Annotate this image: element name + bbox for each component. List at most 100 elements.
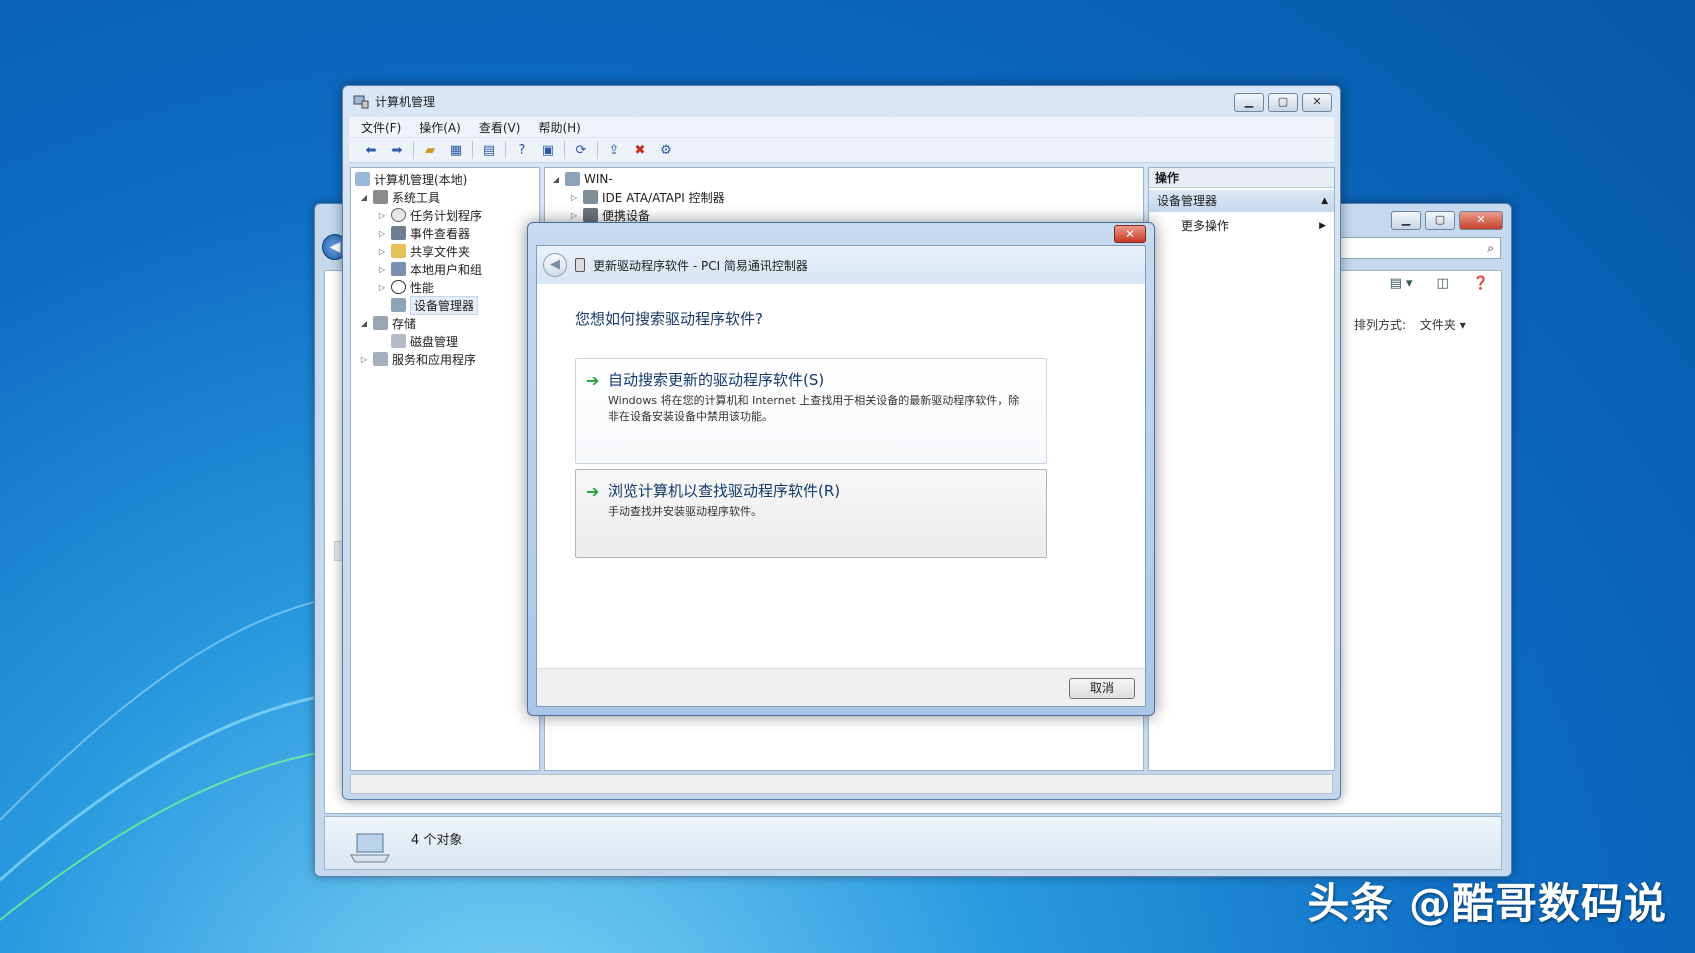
device-ide[interactable]: ▷ IDE ATA/ATAPI 控制器 (569, 188, 725, 206)
minimize-button[interactable]: ▁ (1234, 93, 1264, 112)
expand-arrow-icon[interactable]: ▷ (359, 355, 369, 364)
tree-event-viewer[interactable]: ▷ 事件查看器 (377, 224, 470, 242)
toolbar-separator (597, 141, 598, 159)
tree-task-scheduler[interactable]: ▷ 任务计划程序 (377, 206, 482, 224)
tree-shared-folders[interactable]: ▷ 共享文件夹 (377, 242, 470, 260)
toolbar-separator (413, 141, 414, 159)
browse-computer-option[interactable]: ➔ 浏览计算机以查找驱动程序软件(R) 手动查找并安装驱动程序软件。 (575, 469, 1047, 558)
tree-local-users[interactable]: ▷ 本地用户和组 (377, 260, 482, 278)
maximize-button[interactable]: ▢ (1268, 93, 1298, 112)
menu-file[interactable]: 文件(F) (361, 119, 401, 136)
dialog-close-button[interactable]: ✕ (1114, 225, 1146, 243)
device-computer[interactable]: ◢ WIN- (551, 170, 613, 188)
expand-arrow-icon[interactable]: ▷ (377, 229, 387, 238)
expand-arrow-icon[interactable]: ▷ (569, 211, 579, 220)
disk-icon (391, 334, 406, 348)
performance-icon (391, 280, 406, 294)
help-icon[interactable]: ❓ (1473, 276, 1489, 291)
portable-device-icon (583, 208, 598, 222)
collapse-arrow-icon[interactable]: ◢ (359, 193, 369, 202)
dialog-footer: 取消 (537, 668, 1145, 706)
back-arrow-icon[interactable]: ⬅ (361, 141, 381, 159)
help-icon[interactable]: ? (512, 141, 532, 159)
tree-disk-management[interactable]: 磁盘管理 (391, 332, 458, 350)
close-button[interactable]: ✕ (1302, 93, 1332, 112)
cancel-button[interactable]: 取消 (1069, 678, 1135, 699)
ide-controller-icon (583, 190, 598, 204)
object-count: 4 个对象 (411, 833, 463, 848)
explorer-window-buttons: ▁ ▢ ✕ (1391, 211, 1503, 230)
expand-arrow-icon[interactable]: ▷ (377, 283, 387, 292)
auto-search-option[interactable]: ➔ 自动搜索更新的驱动程序软件(S) Windows 将在您的计算机和 Inte… (575, 358, 1047, 464)
show-hide-tree-icon[interactable]: ▦ (446, 141, 466, 159)
tree-performance[interactable]: ▷ 性能 (377, 278, 434, 296)
explorer-view-tools: ▤ ▾ ◫ ❓ (1390, 276, 1489, 291)
tree-label: 事件查看器 (410, 226, 471, 241)
tree-label: 共享文件夹 (410, 244, 471, 259)
tree-services-apps[interactable]: ▷ 服务和应用程序 (359, 350, 476, 368)
users-icon (391, 262, 406, 276)
tree-device-manager[interactable]: 设备管理器 (391, 295, 479, 315)
services-icon (373, 352, 388, 366)
sort-dropdown[interactable]: 文件夹 ▾ (1420, 318, 1466, 332)
explorer-close-button[interactable]: ✕ (1459, 211, 1503, 230)
event-viewer-icon (391, 226, 406, 240)
enable-device-icon[interactable]: ⚙ (656, 141, 676, 159)
status-bar (350, 774, 1333, 794)
explorer-minimize-button[interactable]: ▁ (1391, 211, 1421, 230)
tree-system-tools[interactable]: ◢ 系统工具 (359, 188, 440, 206)
window-titlebar: 计算机管理 (353, 93, 435, 110)
window-title: 计算机管理 (375, 95, 436, 109)
explorer-details-pane: 4 个对象 (324, 816, 1502, 870)
expand-arrow-icon[interactable]: ▷ (377, 265, 387, 274)
clock-icon (391, 208, 406, 222)
device-label: WIN- (584, 172, 613, 186)
explorer-maximize-button[interactable]: ▢ (1425, 211, 1455, 230)
tree-storage[interactable]: ◢ 存储 (359, 314, 416, 332)
tree-label: 性能 (410, 280, 435, 295)
explorer-search-input[interactable]: ⌕ (1331, 237, 1501, 259)
up-folder-icon[interactable]: ▰ (420, 141, 440, 159)
sort-value: 文件夹 (1419, 318, 1456, 332)
more-actions-item[interactable]: 更多操作 ▶ (1181, 216, 1326, 236)
device-label: 便携设备 (602, 208, 651, 223)
expand-arrow-icon[interactable]: ▷ (569, 193, 579, 202)
toolbar: ⬅ ➡ ▰ ▦ ▤ ? ▣ ⟳ ⇪ ✖ ⚙ (349, 138, 1334, 163)
tree-root[interactable]: 计算机管理(本地) (355, 170, 467, 188)
browse-computer-title: 浏览计算机以查找驱动程序软件(R) (608, 482, 841, 500)
menu-view[interactable]: 查看(V) (479, 119, 521, 136)
tree-label: 服务和应用程序 (392, 352, 477, 367)
update-driver-icon[interactable]: ⇪ (604, 141, 624, 159)
expand-arrow-icon[interactable]: ▷ (377, 211, 387, 220)
collapse-arrow-icon[interactable]: ◢ (551, 175, 561, 184)
auto-search-description: Windows 将在您的计算机和 Internet 上查找用于相关设备的最新驱动… (608, 394, 1020, 423)
tree-label: 系统工具 (392, 190, 441, 205)
properties-icon[interactable]: ▣ (538, 141, 558, 159)
export-list-icon[interactable]: ▤ (479, 141, 499, 159)
computer-management-icon (355, 172, 370, 186)
forward-arrow-icon[interactable]: ➡ (387, 141, 407, 159)
expand-arrow-icon[interactable]: ▷ (377, 247, 387, 256)
storage-icon (373, 316, 388, 330)
explorer-sort-row: 排列方式: 文件夹 ▾ (1354, 316, 1466, 333)
dialog-title: 更新驱动程序软件 - PCI 简易通讯控制器 (593, 258, 808, 273)
collapse-up-icon[interactable]: ▲ (1321, 190, 1328, 212)
search-icon: ⌕ (1487, 241, 1494, 255)
dialog-body: ◀ 更新驱动程序软件 - PCI 简易通讯控制器 您想如何搜索驱动程序软件? ➔… (536, 245, 1146, 707)
actions-pane: 操作 设备管理器 ▲ 更多操作 ▶ (1148, 167, 1335, 771)
window-buttons: ▁ ▢ ✕ (1234, 93, 1332, 112)
scan-hardware-icon[interactable]: ⟳ (571, 141, 591, 159)
computer-icon (565, 172, 580, 186)
collapse-arrow-icon[interactable]: ◢ (359, 319, 369, 328)
menu-help[interactable]: 帮助(H) (538, 119, 580, 136)
tree-label: 设备管理器 (410, 295, 479, 315)
view-options-icon[interactable]: ▤ ▾ (1390, 276, 1413, 291)
back-arrow-icon[interactable]: ◀ (543, 253, 567, 277)
tree-root-label: 计算机管理(本地) (374, 172, 468, 187)
uninstall-device-icon[interactable]: ✖ (630, 141, 650, 159)
sort-label: 排列方式: (1354, 318, 1407, 332)
actions-section-device-manager[interactable]: 设备管理器 ▲ (1149, 190, 1334, 212)
dialog-header: ◀ 更新驱动程序软件 - PCI 简易通讯控制器 (537, 246, 1145, 284)
menu-action[interactable]: 操作(A) (419, 119, 461, 136)
preview-pane-icon[interactable]: ◫ (1437, 276, 1449, 291)
